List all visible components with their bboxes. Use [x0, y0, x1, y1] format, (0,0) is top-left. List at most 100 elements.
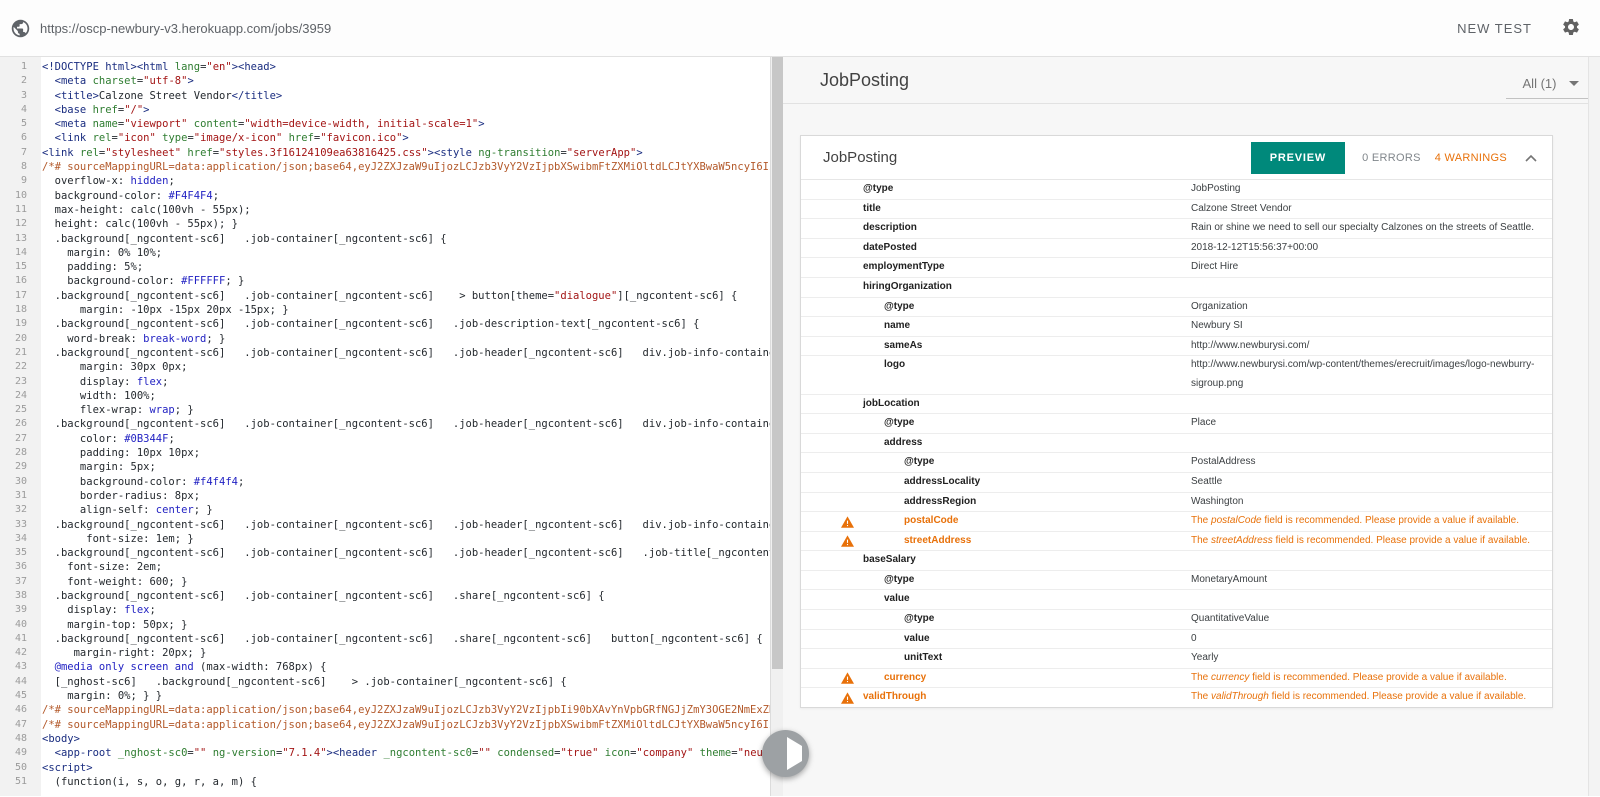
warning-icon: [841, 672, 854, 684]
property-key: address: [801, 434, 1191, 453]
line-number: 16: [0, 274, 34, 288]
code-line: 8/*# sourceMappingURL=data:application/j…: [0, 160, 783, 174]
property-value: http://www.newburysi.com/wp-content/them…: [1191, 356, 1552, 393]
property-row[interactable]: currencyThe currency field is recommende…: [801, 669, 1552, 689]
run-test-fab[interactable]: [762, 730, 809, 777]
property-key: unitText: [801, 649, 1191, 668]
property-row[interactable]: address: [801, 434, 1552, 454]
line-number: 9: [0, 174, 34, 188]
line-number: 13: [0, 232, 34, 246]
code-line: 31 border-radius: 8px;: [0, 489, 783, 503]
code-line: 4 <base href="/">: [0, 103, 783, 117]
line-number: 37: [0, 575, 34, 589]
code-line: 3 <title>Calzone Street Vendor</title>: [0, 89, 783, 103]
property-value: The currency field is recommended. Pleas…: [1191, 669, 1552, 688]
line-number: 22: [0, 360, 34, 374]
code-line: 29 margin: 5px;: [0, 460, 783, 474]
collapse-card-button[interactable]: [1523, 148, 1539, 167]
code-line: 24 width: 100%;: [0, 389, 783, 403]
property-key: title: [801, 200, 1191, 219]
line-number: 25: [0, 403, 34, 417]
property-key: validThrough: [801, 688, 1191, 707]
property-row[interactable]: validThroughThe validThrough field is re…: [801, 688, 1552, 707]
line-number: 32: [0, 503, 34, 517]
property-row[interactable]: @typePostalAddress: [801, 453, 1552, 473]
property-row[interactable]: addressLocalitySeattle: [801, 473, 1552, 493]
property-key: @type: [801, 414, 1191, 433]
property-row[interactable]: unitTextYearly: [801, 649, 1552, 669]
property-value: Rain or shine we need to sell our specia…: [1191, 219, 1552, 238]
new-test-button[interactable]: NEW TEST: [1457, 21, 1532, 36]
property-row[interactable]: @typeQuantitativeValue: [801, 610, 1552, 630]
property-row[interactable]: value: [801, 590, 1552, 610]
source-code-panel: 1<!DOCTYPE html><html lang="en"><head>2 …: [0, 57, 783, 796]
property-row[interactable]: value0: [801, 630, 1552, 650]
property-row[interactable]: titleCalzone Street Vendor: [801, 200, 1552, 220]
code-line: 40 margin-top: 50px; }: [0, 618, 783, 632]
property-row[interactable]: datePosted2018-12-12T15:56:37+00:00: [801, 239, 1552, 259]
warning-icon: [841, 692, 854, 704]
line-number: 36: [0, 560, 34, 574]
property-key: employmentType: [801, 258, 1191, 277]
line-number: 5: [0, 117, 34, 131]
property-key: description: [801, 219, 1191, 238]
code-line: 12 height: calc(100vh - 55px); }: [0, 217, 783, 231]
line-number: 46: [0, 703, 34, 717]
code-line: 43 @media only screen and (max-width: 76…: [0, 660, 783, 674]
code-scrollbar-thumb[interactable]: [772, 57, 783, 669]
property-value: Calzone Street Vendor: [1191, 200, 1552, 219]
code-line: 49 <app-root _nghost-sc0="" ng-version="…: [0, 746, 783, 760]
property-row[interactable]: nameNewbury SI: [801, 317, 1552, 337]
property-key: addressRegion: [801, 493, 1191, 512]
line-number: 39: [0, 603, 34, 617]
result-panel: JobPosting All (1) JobPosting PREVIEW 0 …: [783, 57, 1600, 796]
warnings-count: 4 WARNINGS: [1435, 152, 1507, 164]
property-key: name: [801, 317, 1191, 336]
errors-count: 0 ERRORS: [1362, 152, 1421, 164]
settings-button[interactable]: [1560, 17, 1582, 39]
property-row[interactable]: @typeJobPosting: [801, 180, 1552, 200]
card-header: JobPosting PREVIEW 0 ERRORS 4 WARNINGS: [801, 136, 1552, 179]
property-value: Place: [1191, 414, 1552, 433]
property-key: datePosted: [801, 239, 1191, 258]
property-value: PostalAddress: [1191, 453, 1552, 472]
code-line: 16 background-color: #FFFFFF; }: [0, 274, 783, 288]
property-row[interactable]: descriptionRain or shine we need to sell…: [801, 219, 1552, 239]
line-number: 15: [0, 260, 34, 274]
code-scrollbar[interactable]: [770, 57, 783, 796]
line-number: 40: [0, 618, 34, 632]
property-row[interactable]: sameAshttp://www.newburysi.com/: [801, 337, 1552, 357]
property-row[interactable]: logohttp://www.newburysi.com/wp-content/…: [801, 356, 1552, 394]
property-row[interactable]: addressRegionWashington: [801, 493, 1552, 513]
preview-button[interactable]: PREVIEW: [1251, 142, 1345, 174]
property-row[interactable]: baseSalary: [801, 551, 1552, 571]
property-row[interactable]: @typePlace: [801, 414, 1552, 434]
property-key: value: [801, 630, 1191, 649]
line-number: 43: [0, 660, 34, 674]
line-number: 26: [0, 417, 34, 431]
code-line: 39 display: flex;: [0, 603, 783, 617]
code-line: 32 align-self: center; }: [0, 503, 783, 517]
result-scrollbar[interactable]: [1588, 57, 1600, 796]
property-row[interactable]: @typeOrganization: [801, 298, 1552, 318]
line-number: 11: [0, 203, 34, 217]
property-row[interactable]: postalCodeThe postalCode field is recomm…: [801, 512, 1552, 532]
code-line: 9 overflow-x: hidden;: [0, 174, 783, 188]
code-line: 21 .background[_ngcontent-sc6] .job-cont…: [0, 346, 783, 360]
property-row[interactable]: streetAddressThe streetAddress field is …: [801, 532, 1552, 552]
type-filter-dropdown[interactable]: All (1): [1506, 76, 1596, 99]
warning-icon: [841, 516, 854, 528]
property-row[interactable]: hiringOrganization: [801, 278, 1552, 298]
property-key: @type: [801, 180, 1191, 199]
property-row[interactable]: employmentTypeDirect Hire: [801, 258, 1552, 278]
line-number: 45: [0, 689, 34, 703]
property-row[interactable]: jobLocation: [801, 395, 1552, 415]
property-value: The validThrough field is recommended. P…: [1191, 688, 1552, 707]
result-panel-header: JobPosting All (1): [783, 57, 1600, 104]
property-row[interactable]: @typeMonetaryAmount: [801, 571, 1552, 591]
line-number: 50: [0, 761, 34, 775]
code-line: 35 .background[_ngcontent-sc6] .job-cont…: [0, 546, 783, 560]
code-line: 14 margin: 0% 10%;: [0, 246, 783, 260]
property-value: [1191, 278, 1552, 297]
property-value: MonetaryAmount: [1191, 571, 1552, 590]
